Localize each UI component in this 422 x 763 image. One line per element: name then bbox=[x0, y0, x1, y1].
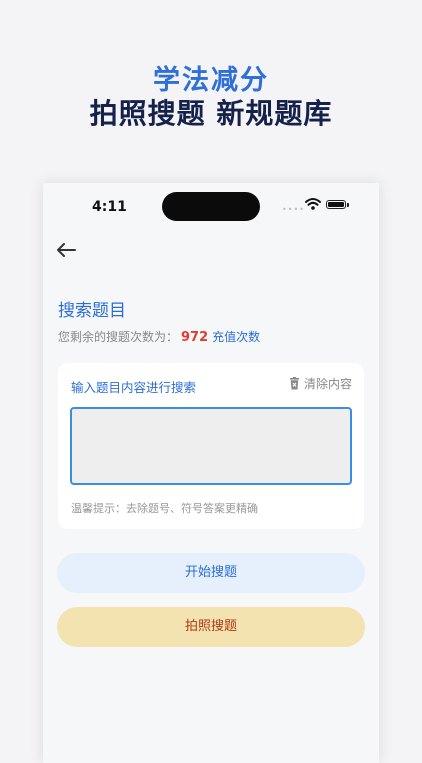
dynamic-island bbox=[162, 192, 260, 221]
search-card: 输入题目内容进行搜索 清除内容 温馨提示：去除题号、符号答案更精确 bbox=[58, 363, 364, 529]
question-input[interactable] bbox=[70, 407, 352, 485]
clear-content-label: 清除内容 bbox=[303, 377, 352, 391]
photo-search-button[interactable]: 拍照搜题 bbox=[57, 607, 365, 647]
promo-subheadline: 拍照搜题 新规题库 bbox=[89, 97, 333, 130]
page-title: 搜索题目 bbox=[58, 301, 126, 321]
clear-content-button[interactable]: 清除内容 bbox=[289, 375, 352, 392]
status-time: 4:11 bbox=[92, 199, 127, 215]
remaining-count: 972 bbox=[181, 330, 209, 345]
search-card-label: 输入题目内容进行搜索 bbox=[71, 380, 197, 395]
back-arrow-icon[interactable] bbox=[55, 241, 77, 259]
battery-icon bbox=[326, 200, 346, 209]
wifi-icon bbox=[305, 198, 321, 210]
search-hint: 温馨提示：去除题号、符号答案更精确 bbox=[71, 502, 258, 515]
start-search-button[interactable]: 开始搜题 bbox=[57, 553, 365, 593]
recharge-link[interactable]: 充值次数 bbox=[212, 330, 260, 344]
remaining-label: 您剩余的搜题次数为： bbox=[58, 330, 179, 344]
battery-tip bbox=[347, 203, 349, 207]
phone-screen: 4:11 •••• 搜索题目 您剩余的搜题次数为： 972 充值次数 输入题目内容进… bbox=[43, 183, 379, 763]
signal-icon: •••• bbox=[282, 205, 305, 214]
trash-icon bbox=[289, 377, 299, 390]
remaining-searches: 您剩余的搜题次数为： 972 充值次数 bbox=[58, 328, 260, 345]
